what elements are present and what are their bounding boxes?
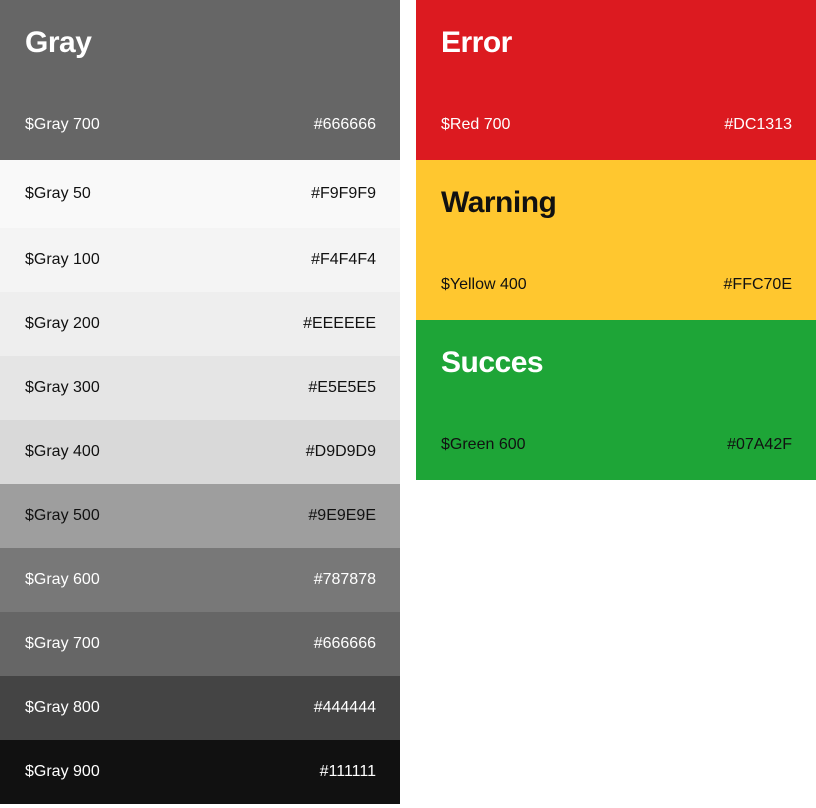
swatch-gray-100: $Gray 100 #F4F4F4 [0,228,400,292]
gray-main-hex: #666666 [313,116,376,133]
status-palette-column: Error $Red 700 #DC1313 Warning $Yellow 4… [416,0,816,480]
swatch-hex: #9E9E9E [308,507,376,524]
swatch-hex: #444444 [313,699,376,716]
swatch-hex: #787878 [313,571,376,588]
swatch-hex: #E5E5E5 [308,379,376,396]
swatch-gray-300: $Gray 300 #E5E5E5 [0,356,400,420]
warning-card: Warning $Yellow 400 #FFC70E [416,160,816,320]
gray-header-card: Gray $Gray 700 #666666 [0,0,400,160]
swatch-gray-800: $Gray 800 #444444 [0,676,400,740]
success-card: Succes $Green 600 #07A42F [416,320,816,480]
swatch-name: $Gray 900 [25,763,100,780]
warning-title: Warning [441,186,557,219]
swatch-gray-900: $Gray 900 #111111 [0,740,400,804]
swatch-name: $Gray 50 [25,185,91,202]
swatch-name: $Gray 300 [25,379,100,396]
swatch-gray-200: $Gray 200 #EEEEEE [0,292,400,356]
swatch-name: $Gray 100 [25,251,100,268]
swatch-hex: #F9F9F9 [311,185,376,202]
swatch-gray-600: $Gray 600 #787878 [0,548,400,612]
success-title: Succes [441,346,544,379]
swatch-gray-700: $Gray 700 #666666 [0,612,400,676]
swatch-name: $Gray 200 [25,315,100,332]
warning-hex: #FFC70E [723,276,792,293]
error-name: $Red 700 [441,116,511,133]
swatch-hex: #111111 [319,763,376,780]
swatch-gray-50: $Gray 50 #F9F9F9 [0,160,400,228]
warning-name: $Yellow 400 [441,276,527,293]
swatch-hex: #D9D9D9 [305,443,376,460]
error-card: Error $Red 700 #DC1313 [416,0,816,160]
swatch-gray-400: $Gray 400 #D9D9D9 [0,420,400,484]
success-hex: #07A42F [727,436,792,453]
swatch-hex: #EEEEEE [303,315,376,332]
swatch-name: $Gray 500 [25,507,100,524]
error-hex: #DC1313 [724,116,792,133]
gray-title: Gray [25,26,92,59]
swatch-hex: #F4F4F4 [311,251,376,268]
swatch-name: $Gray 400 [25,443,100,460]
swatch-name: $Gray 600 [25,571,100,588]
gray-main-name: $Gray 700 [25,116,100,133]
swatch-name: $Gray 800 [25,699,100,716]
success-name: $Green 600 [441,436,526,453]
swatch-hex: #666666 [313,635,376,652]
swatch-gray-500: $Gray 500 #9E9E9E [0,484,400,548]
error-title: Error [441,26,512,59]
swatch-name: $Gray 700 [25,635,100,652]
gray-palette-column: Gray $Gray 700 #666666 $Gray 50 #F9F9F9 … [0,0,400,804]
